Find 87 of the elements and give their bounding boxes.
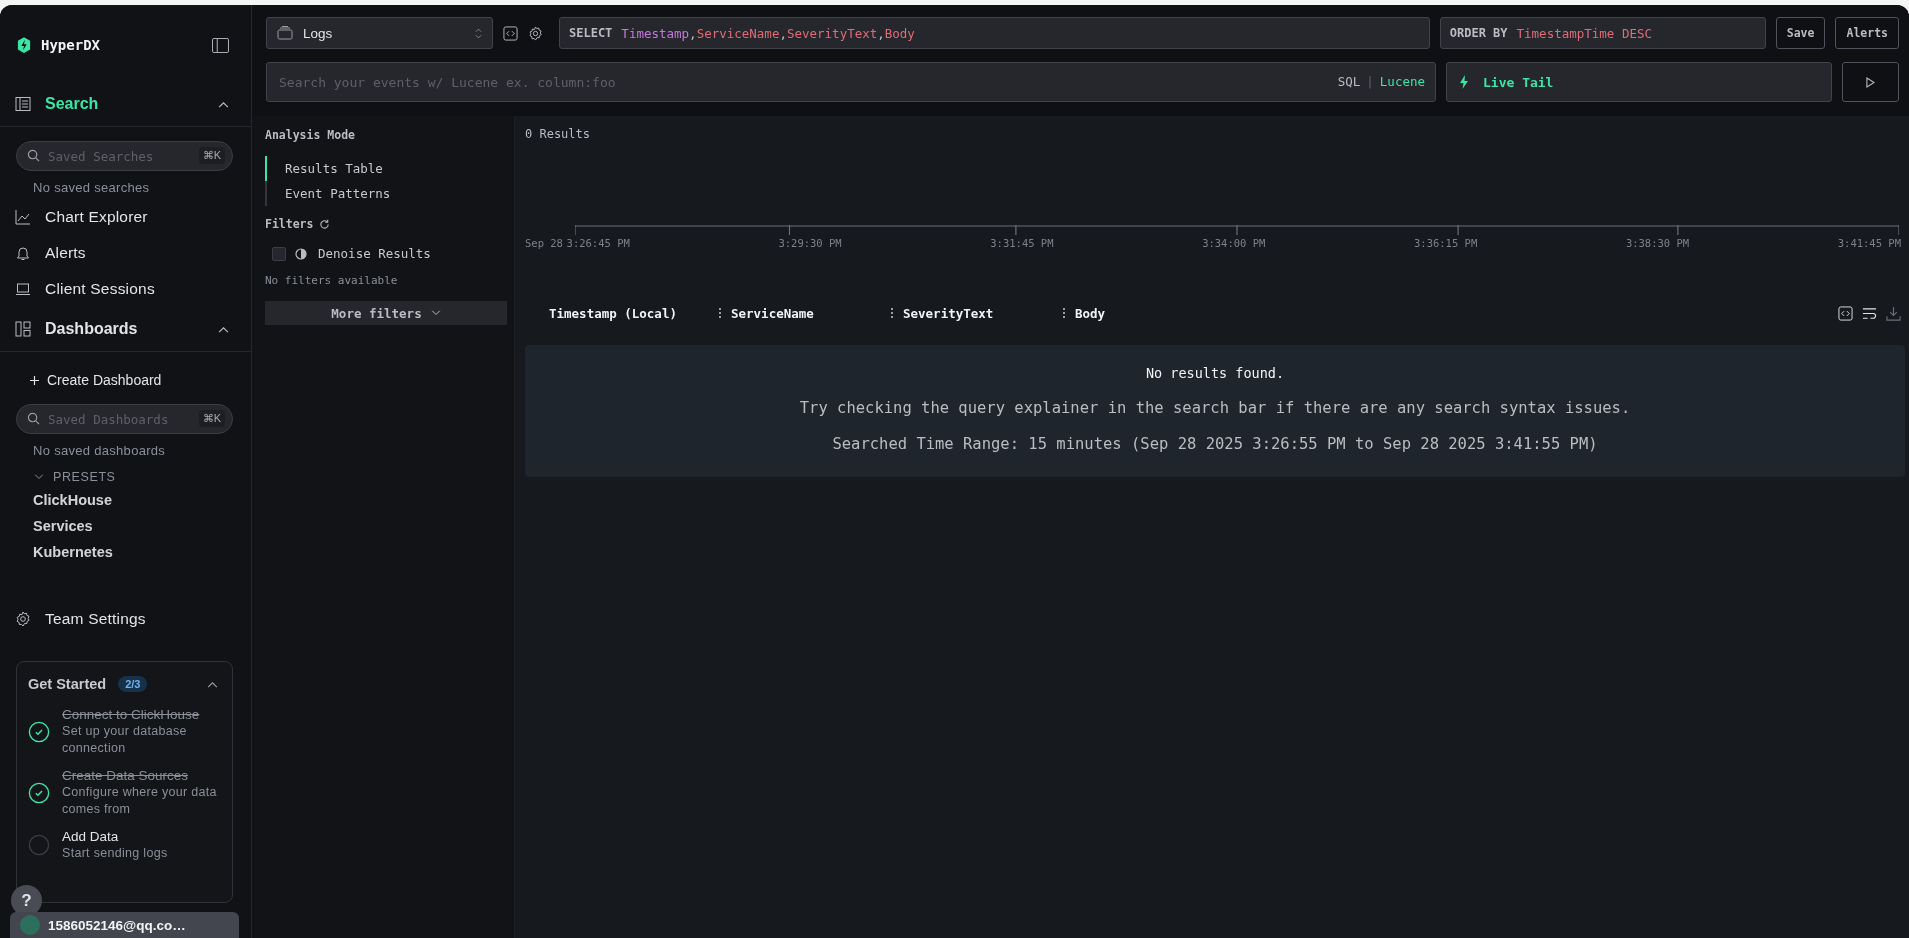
- empty-note: No saved searches: [32, 179, 151, 195]
- sidebar-toggle-icon[interactable]: [212, 37, 229, 53]
- chevron-icon[interactable]: [218, 100, 229, 108]
- gear-icon: [15, 611, 31, 627]
- refresh-icon[interactable]: [319, 218, 331, 230]
- axis-label: Sep 28: [525, 237, 563, 249]
- column-resize-handle[interactable]: [891, 307, 893, 319]
- separator: |: [1366, 74, 1374, 89]
- logo-icon: [17, 37, 31, 53]
- alerts-button[interactable]: Alerts: [1835, 17, 1899, 49]
- axis-label: 3:41:45 PM: [1837, 237, 1901, 249]
- step-title: Connect to ClickHouse: [62, 706, 201, 723]
- column-header[interactable]: SeverityText: [903, 305, 1063, 321]
- create-dashboard-link[interactable]: Create Dashboard: [0, 352, 251, 390]
- save-button[interactable]: Save: [1775, 17, 1826, 49]
- language-toggle[interactable]: Lucene: [1379, 74, 1425, 89]
- language-toggle[interactable]: SQL: [1337, 74, 1361, 89]
- select-field[interactable]: SELECT Timestamp,ServiceName,SeverityText,Body: [559, 17, 1430, 49]
- half-circle-icon: [295, 247, 307, 260]
- step-description: Start sending logs: [62, 845, 168, 862]
- card-title: Get Started: [28, 676, 107, 692]
- axis-label: 3:26:45 PM: [566, 237, 630, 249]
- line-chart-icon: [15, 209, 31, 225]
- dashboard-icon: [15, 321, 31, 337]
- more-filters-button[interactable]: More filters: [265, 301, 507, 325]
- chevron-icon[interactable]: [218, 325, 229, 333]
- step-description: Set up your database connection: [62, 723, 188, 757]
- step-title: Add Data: [62, 828, 120, 845]
- search-icon: [27, 149, 40, 162]
- section-title: Analysis Mode: [265, 128, 356, 142]
- team-settings-link[interactable]: Team Settings: [0, 601, 251, 637]
- nav-item[interactable]: Chart Explorer: [0, 199, 251, 235]
- play-icon: [1866, 76, 1875, 88]
- stack-icon: [277, 26, 293, 40]
- live-tail-button[interactable]: Live Tail: [1446, 62, 1832, 102]
- plus-icon: [30, 375, 39, 385]
- preset-link[interactable]: Kubernetes: [0, 541, 251, 567]
- column-header[interactable]: ServiceName: [731, 305, 891, 321]
- search-nav-item[interactable]: Search: [0, 82, 251, 127]
- checkbox[interactable]: [272, 246, 286, 261]
- presets-toggle[interactable]: PRESETS: [0, 458, 251, 489]
- order-by-field[interactable]: ORDER BY TimestampTime DESC: [1439, 17, 1766, 49]
- column-header[interactable]: Timestamp (Local): [549, 305, 719, 321]
- nav-item[interactable]: Client Sessions: [0, 271, 251, 307]
- brand-name: HyperDX: [41, 37, 100, 53]
- section-title: Filters: [265, 217, 314, 231]
- empty-hint: Try checking the query explainer in the search bar if there are any search syntax issues.: [799, 399, 1631, 417]
- shortcut-hint: ⌘K: [198, 147, 225, 164]
- dashboards-nav-item[interactable]: Dashboards: [0, 307, 251, 352]
- empty-note: No filters available: [265, 274, 399, 287]
- code-icon[interactable]: [503, 25, 518, 41]
- user-menu[interactable]: 1586052146@qq.co…: [10, 912, 239, 938]
- preset-link[interactable]: Services: [0, 515, 251, 541]
- chevron-icon: [430, 310, 441, 316]
- empty-note: No saved dashboards: [32, 442, 167, 458]
- bell-icon: [15, 245, 31, 261]
- laptop-icon: [15, 281, 31, 297]
- axis-label: 3:31:45 PM: [990, 237, 1054, 249]
- analysis-mode-option[interactable]: Event Patterns: [265, 181, 514, 206]
- axis-label: 3:38:30 PM: [1625, 237, 1690, 249]
- list-icon: [15, 96, 31, 112]
- nav-item[interactable]: Alerts: [0, 235, 251, 271]
- results-count: 0 Results: [525, 127, 592, 141]
- axis-label: 3:29:30 PM: [778, 237, 842, 249]
- axis-label: 3:34:00 PM: [1202, 237, 1266, 249]
- empty-title: No results found.: [1145, 365, 1285, 381]
- source-select[interactable]: Logs: [266, 17, 493, 49]
- column-resize-handle[interactable]: [719, 307, 721, 319]
- bolt-icon: [1459, 75, 1469, 89]
- download-icon[interactable]: [1886, 305, 1901, 321]
- step-description: Configure where your data comes from: [62, 784, 218, 818]
- filter-label: Denoise Results: [318, 246, 431, 261]
- axis-label: 3:36:15 PM: [1414, 237, 1478, 249]
- search-icon: [27, 412, 40, 425]
- preset-link[interactable]: ClickHouse: [0, 489, 251, 515]
- avatar: [20, 915, 40, 935]
- progress-badge: 2/3: [118, 676, 148, 692]
- chevron-icon[interactable]: [207, 680, 218, 688]
- column-resize-handle[interactable]: [1063, 307, 1065, 319]
- step-title: Create Data Sources: [62, 767, 190, 784]
- shortcut-hint: ⌘K: [198, 410, 225, 427]
- gear-icon[interactable]: [528, 25, 543, 41]
- run-button[interactable]: [1842, 62, 1899, 102]
- select-arrows-icon: [475, 27, 482, 39]
- column-header[interactable]: Body: [1075, 305, 1106, 321]
- time-range-note: Searched Time Range: 15 minutes (Sep 28 2025 3:26:55 PM to Sep 28 2025 3:41:55 PM): [832, 435, 1598, 453]
- wrap-lines-icon[interactable]: [1862, 305, 1877, 321]
